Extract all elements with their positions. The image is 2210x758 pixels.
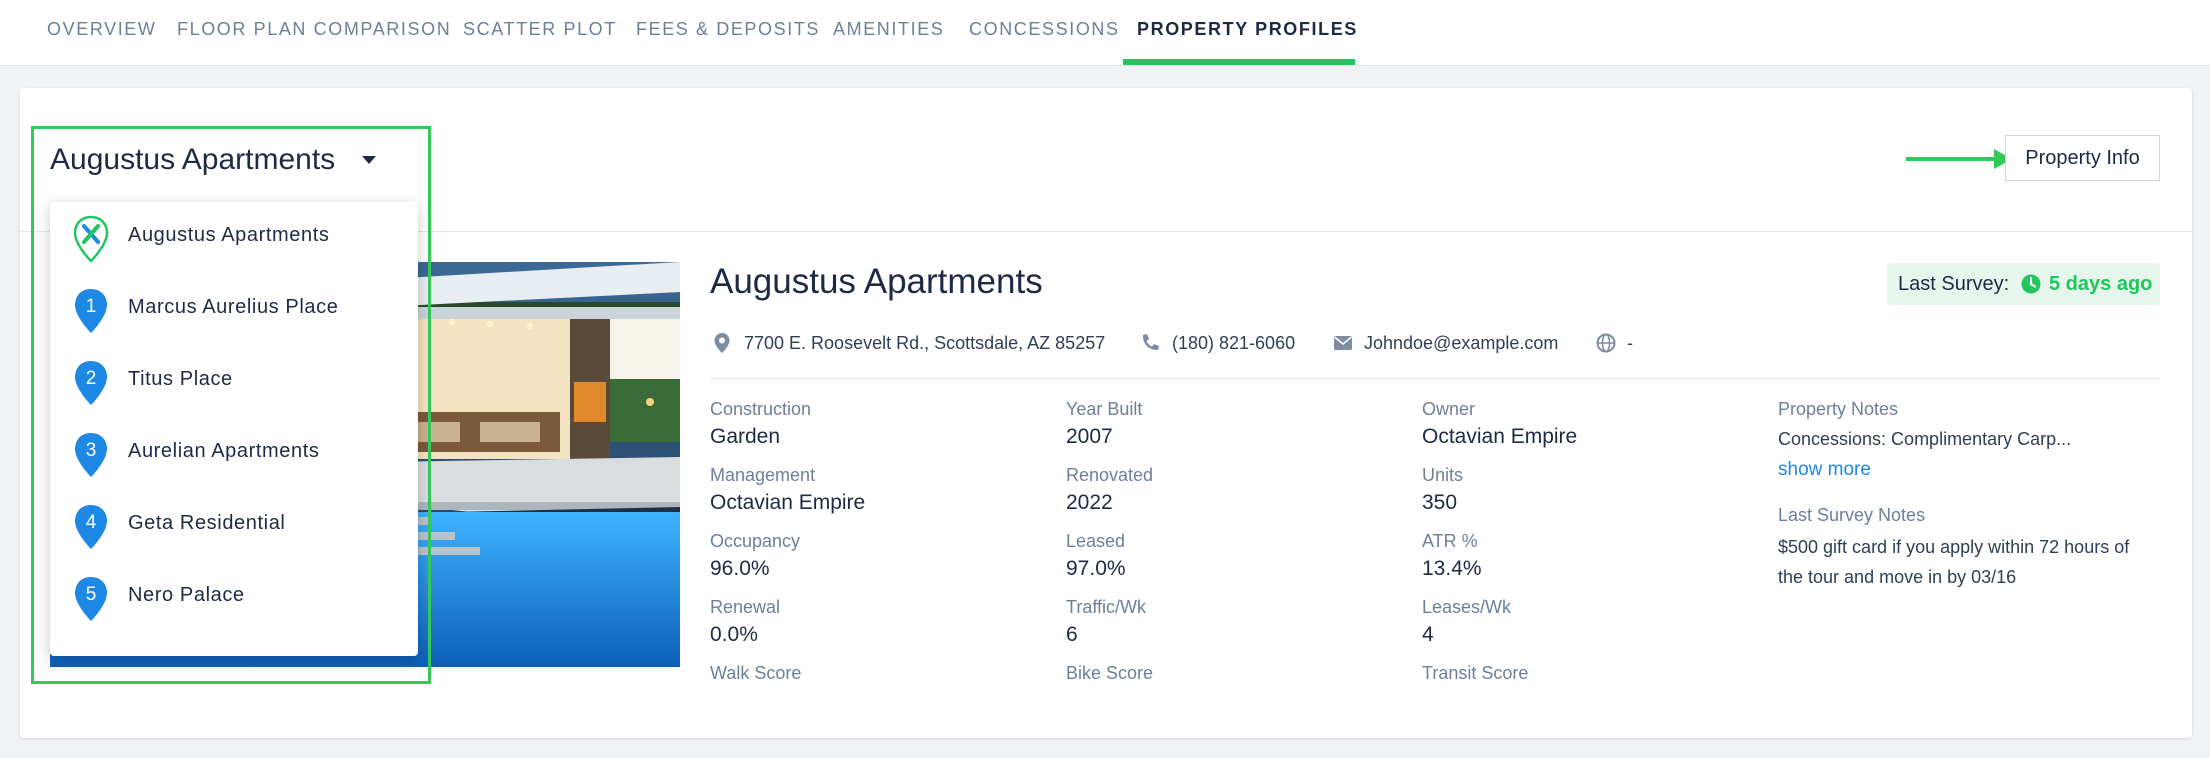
transit-score-label: Transit Score [1422, 663, 1529, 683]
leases-label: Leases/Wk [1422, 597, 1512, 617]
pin-number: 3 [86, 440, 97, 461]
caret-down-icon[interactable] [362, 156, 376, 164]
tab-amenities[interactable]: AMENITIES [833, 0, 944, 66]
location-pin-icon [714, 333, 730, 353]
leased-value: 97.0% [1066, 557, 1126, 580]
occupancy-value: 96.0% [710, 557, 770, 580]
owner-label: Owner [1422, 399, 1476, 419]
property-phone[interactable]: (180) 821-6060 [1172, 333, 1295, 354]
dropdown-item-label: Aurelian Apartments [128, 440, 320, 462]
tab-scatter-plot[interactable]: SCATTER PLOT [463, 0, 617, 66]
property-notes-text: Concessions: Complimentary Carp... [1778, 429, 2072, 449]
dropdown-item-titus-place[interactable]: 2 Titus Place [50, 346, 418, 418]
occupancy-label: Occupancy [710, 531, 801, 551]
dropdown-item-augustus-apartments[interactable]: Augustus Apartments [50, 202, 418, 274]
property-dropdown-menu: Augustus Apartments 1 Marcus Aurelius Pl… [50, 202, 418, 656]
map-pin-icon: 5 [75, 577, 107, 621]
details-divider [710, 378, 2160, 379]
show-more-link[interactable]: show more [1778, 459, 1871, 481]
envelope-icon [1333, 336, 1353, 350]
map-pin-icon: 3 [75, 433, 107, 477]
dropdown-item-geta-residential[interactable]: 4 Geta Residential [50, 490, 418, 562]
property-address: 7700 E. Roosevelt Rd., Scottsdale, AZ 85… [744, 333, 1106, 353]
last-survey-notes-title: Last Survey Notes [1778, 505, 1926, 525]
pin-number: 4 [86, 512, 97, 533]
property-email[interactable]: Johndoe@example.com [1364, 333, 1558, 354]
atr-label: ATR % [1422, 531, 1478, 551]
pin-number: 5 [86, 584, 97, 605]
dropdown-item-label: Marcus Aurelius Place [128, 296, 339, 318]
dropdown-item-label: Titus Place [128, 368, 233, 390]
renovated-label: Renovated [1066, 465, 1154, 485]
map-pin-icon: 1 [75, 289, 107, 333]
last-survey-label: Last Survey: [1898, 273, 2010, 295]
traffic-label: Traffic/Wk [1066, 597, 1146, 617]
owner-value: Octavian Empire [1422, 425, 1578, 448]
year-built-value: 2007 [1066, 425, 1113, 448]
tab-concessions[interactable]: CONCESSIONS [969, 0, 1120, 66]
last-survey-badge: Last Survey: 5 days ago [1887, 263, 2160, 305]
atr-value: 13.4% [1422, 557, 1482, 580]
globe-icon [1596, 333, 1616, 353]
dropdown-item-aurelian-apartments[interactable]: 3 Aurelian Apartments [50, 418, 418, 490]
leased-label: Leased [1066, 531, 1126, 551]
tab-floor-plan-comparison[interactable]: FLOOR PLAN COMPARISON [177, 0, 451, 66]
property-notes-title: Property Notes [1778, 399, 1899, 419]
units-value: 350 [1422, 491, 1458, 514]
construction-value: Garden [710, 425, 781, 448]
bike-score-label: Bike Score [1066, 663, 1154, 683]
pin-number: 1 [86, 296, 97, 317]
renewal-value: 0.0% [710, 623, 758, 646]
tab-bar: OVERVIEW FLOOR PLAN COMPARISON SCATTER P… [0, 0, 2210, 66]
leases-value: 4 [1422, 623, 1434, 646]
management-value: Octavian Empire [710, 491, 866, 514]
subject-property-icon [73, 215, 109, 263]
dropdown-item-label: Nero Palace [128, 584, 245, 606]
phone-icon [1142, 334, 1159, 351]
traffic-value: 6 [1066, 623, 1078, 646]
map-pin-icon: 4 [75, 505, 107, 549]
renewal-label: Renewal [710, 597, 781, 617]
pin-number: 2 [86, 368, 97, 389]
dropdown-item-nero-palace[interactable]: 5 Nero Palace [50, 562, 418, 634]
property-selector[interactable]: Augustus Apartments [50, 140, 335, 180]
last-survey-value: 5 days ago [2049, 273, 2153, 295]
dropdown-item-label: Geta Residential [128, 512, 286, 534]
last-survey-notes-text: $500 gift card if you apply within 72 ho… [1778, 537, 2130, 587]
property-website[interactable]: - [1627, 333, 1633, 354]
map-pin-icon: 2 [75, 361, 107, 405]
tab-property-profiles[interactable]: PROPERTY PROFILES [1137, 0, 1358, 66]
renovated-value: 2022 [1066, 491, 1113, 514]
management-label: Management [710, 465, 816, 485]
active-tab-indicator [1123, 59, 1355, 65]
construction-label: Construction [710, 399, 812, 419]
walk-score-label: Walk Score [710, 663, 802, 683]
dropdown-item-label: Augustus Apartments [128, 224, 330, 246]
tab-overview[interactable]: OVERVIEW [47, 0, 157, 66]
units-label: Units [1422, 465, 1464, 485]
annotation-arrow [1906, 157, 2000, 161]
clock-icon [2021, 274, 2041, 294]
tab-fees-deposits[interactable]: FEES & DEPOSITS [636, 0, 820, 66]
property-name: Augustus Apartments [710, 262, 1043, 301]
property-info-button[interactable]: Property Info [2005, 135, 2160, 181]
dropdown-item-marcus-aurelius-place[interactable]: 1 Marcus Aurelius Place [50, 274, 418, 346]
year-built-label: Year Built [1066, 399, 1143, 419]
